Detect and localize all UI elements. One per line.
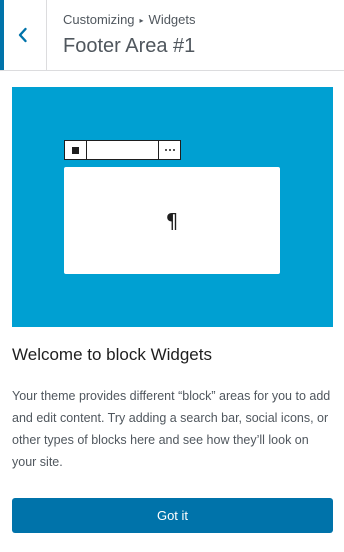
welcome-description: Your theme provides different “block” ar… xyxy=(12,389,331,469)
back-button[interactable] xyxy=(0,0,47,70)
got-it-button[interactable]: Got it xyxy=(12,498,333,533)
more-options-icon xyxy=(158,141,180,159)
paragraph-block-illustration: ¶ xyxy=(64,167,280,274)
chevron-left-icon xyxy=(18,27,27,43)
pilcrow-icon: ¶ xyxy=(165,208,179,233)
breadcrumb-root: Customizing xyxy=(63,12,135,27)
breadcrumb-section: Widgets xyxy=(148,12,196,27)
customizer-header: Customizing ▸ Widgets Footer Area #1 xyxy=(0,0,344,71)
welcome-panel: ¶ Welcome to block Widgets Your theme pr… xyxy=(0,71,344,552)
breadcrumb: Customizing ▸ Widgets xyxy=(63,12,196,27)
block-widgets-illustration: ¶ xyxy=(12,87,333,327)
page-title: Footer Area #1 xyxy=(63,35,196,57)
block-toolbar-illustration xyxy=(64,140,181,160)
block-type-icon xyxy=(65,141,87,159)
welcome-heading: Welcome to block Widgets xyxy=(12,345,212,364)
breadcrumb-separator-icon: ▸ xyxy=(139,16,144,25)
